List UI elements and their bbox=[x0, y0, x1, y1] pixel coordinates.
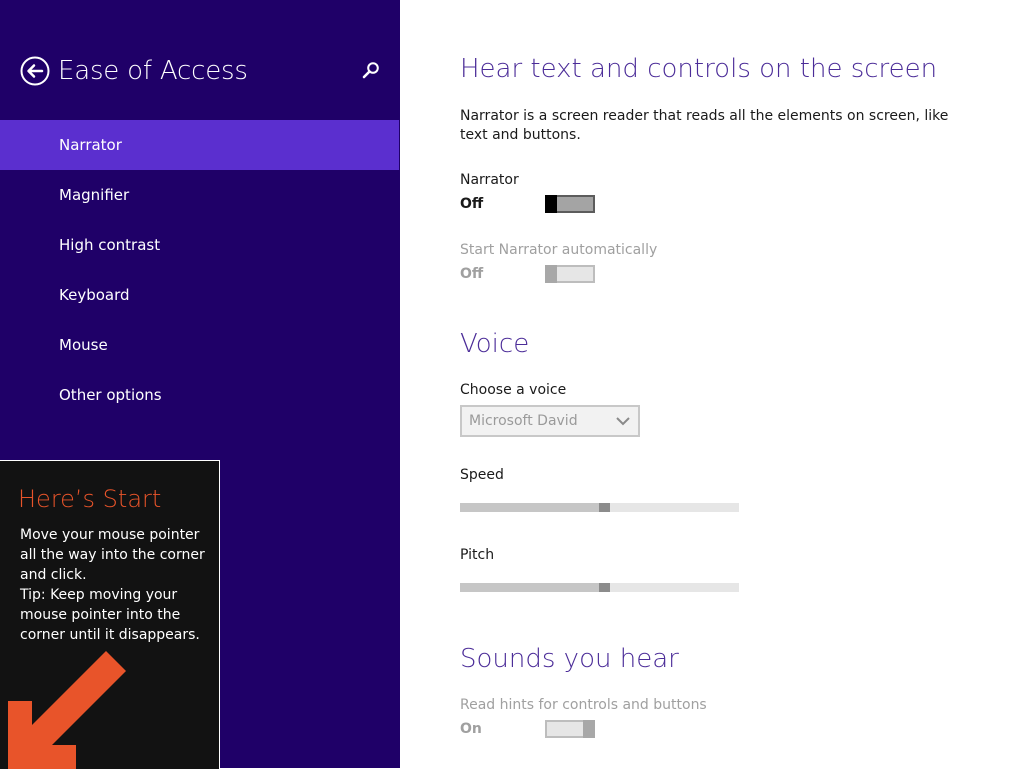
nav-item-other-options[interactable]: Other options bbox=[0, 370, 400, 420]
slider-fill bbox=[460, 583, 599, 592]
slider-handle[interactable] bbox=[599, 503, 610, 512]
voice-dropdown-value: Microsoft David bbox=[469, 413, 578, 429]
pitch-label: Pitch bbox=[460, 547, 495, 563]
narrator-state: Off bbox=[460, 196, 484, 212]
page-title: Ease of Access bbox=[58, 56, 248, 86]
pitch-slider[interactable] bbox=[460, 583, 739, 592]
narrator-description: Narrator is a screen reader that reads a… bbox=[460, 108, 949, 143]
speed-label: Speed bbox=[460, 467, 504, 483]
tip-body: Move your mouse pointer all the way into… bbox=[20, 527, 205, 643]
slider-fill bbox=[460, 503, 599, 512]
toggle-thumb bbox=[545, 195, 557, 213]
tip-title: Here’s Start bbox=[18, 485, 162, 513]
pane-header: Ease of Access bbox=[20, 54, 390, 88]
section-heading-voice: Voice bbox=[460, 329, 530, 359]
read-hints-state: On bbox=[460, 721, 482, 737]
back-arrow-circle-icon bbox=[20, 56, 50, 86]
read-hints-label: Read hints for controls and buttons bbox=[460, 697, 707, 713]
settings-nav-list: Narrator Magnifier High contrast Keyboar… bbox=[0, 120, 400, 420]
choose-voice-label: Choose a voice bbox=[460, 382, 567, 398]
nav-item-narrator[interactable]: Narrator bbox=[0, 120, 399, 170]
narrator-label: Narrator bbox=[460, 172, 519, 188]
toggle-thumb bbox=[583, 720, 595, 738]
section-heading-sounds: Sounds you hear bbox=[460, 644, 679, 674]
toggle-thumb bbox=[545, 265, 557, 283]
nav-item-magnifier[interactable]: Magnifier bbox=[0, 170, 400, 220]
navigation-pane: Ease of Access Narrator Magnifier High c… bbox=[0, 0, 400, 770]
start-tip-overlay: Here’s Start Move your mouse pointer all… bbox=[0, 460, 220, 770]
narrator-toggle[interactable] bbox=[545, 195, 595, 213]
nav-item-mouse[interactable]: Mouse bbox=[0, 320, 400, 370]
auto-start-toggle[interactable] bbox=[545, 265, 595, 283]
settings-content: Hear text and controls on the screen Nar… bbox=[400, 0, 1024, 768]
search-icon bbox=[362, 62, 379, 79]
section-heading-hear: Hear text and controls on the screen bbox=[460, 54, 938, 84]
voice-dropdown[interactable]: Microsoft David bbox=[460, 405, 640, 437]
nav-item-high-contrast[interactable]: High contrast bbox=[0, 220, 400, 270]
chevron-down-icon bbox=[616, 417, 630, 426]
slider-handle[interactable] bbox=[599, 583, 610, 592]
back-button[interactable] bbox=[20, 56, 50, 86]
read-hints-toggle[interactable] bbox=[545, 720, 595, 738]
nav-item-keyboard[interactable]: Keyboard bbox=[0, 270, 400, 320]
auto-start-label: Start Narrator automatically bbox=[460, 242, 658, 258]
auto-start-state: Off bbox=[460, 266, 484, 282]
speed-slider[interactable] bbox=[460, 503, 739, 512]
arrow-down-left-icon bbox=[8, 651, 126, 769]
search-button[interactable] bbox=[360, 60, 382, 82]
